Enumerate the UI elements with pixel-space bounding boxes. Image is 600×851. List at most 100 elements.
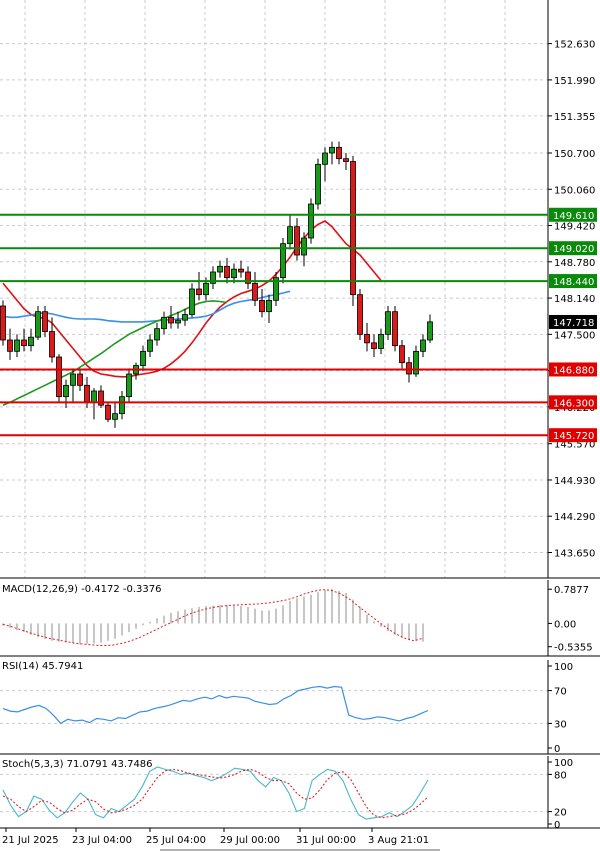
price-tick-label: 150.060 bbox=[554, 185, 595, 196]
candle-body bbox=[189, 288, 195, 315]
candle-body bbox=[0, 305, 6, 341]
candle-body bbox=[126, 373, 132, 398]
candle-body bbox=[217, 265, 223, 273]
candle-body bbox=[322, 152, 328, 165]
candle-body bbox=[42, 311, 48, 332]
candle-body bbox=[196, 288, 202, 296]
candle-body bbox=[371, 342, 377, 349]
candle-body bbox=[427, 321, 433, 341]
price-tick-label: 148.140 bbox=[554, 294, 595, 305]
candle-body bbox=[287, 226, 293, 245]
candle-body bbox=[224, 265, 230, 279]
candle-body bbox=[161, 316, 167, 330]
stoch-tick-label: 20 bbox=[554, 808, 567, 819]
candle-body bbox=[147, 339, 153, 352]
candle-body bbox=[49, 331, 55, 358]
candle-body bbox=[259, 299, 265, 313]
candle-body bbox=[385, 311, 391, 335]
candle-body bbox=[294, 226, 300, 256]
candle-body bbox=[266, 299, 272, 313]
price-tick-label: 143.650 bbox=[554, 549, 595, 560]
candle-body bbox=[392, 311, 398, 347]
candle-body bbox=[140, 350, 146, 366]
rsi-title: RSI(14) 45.7941 bbox=[2, 661, 83, 672]
candle-body bbox=[252, 282, 258, 301]
candle-body bbox=[35, 311, 41, 338]
candle-body bbox=[308, 203, 314, 239]
macd-tick-label: 0.7877 bbox=[554, 585, 589, 596]
candle-body bbox=[364, 333, 370, 344]
candle-body bbox=[77, 373, 83, 386]
price-level-label: 149.020 bbox=[553, 244, 594, 255]
price-level-label: 148.440 bbox=[553, 277, 594, 288]
candle-body bbox=[182, 314, 188, 321]
macd-tick-label: -0.5355 bbox=[554, 643, 593, 654]
candle-body bbox=[231, 268, 237, 279]
candle-body bbox=[413, 350, 419, 375]
candle-body bbox=[91, 390, 97, 403]
candle-body bbox=[56, 356, 62, 398]
candle-body bbox=[7, 339, 13, 352]
candle-body bbox=[14, 339, 20, 352]
price-level-label: 149.610 bbox=[553, 211, 594, 222]
price-tick-label: 148.780 bbox=[554, 258, 595, 269]
rsi-panel: 100 70 30 0 bbox=[0, 660, 600, 755]
candle-body bbox=[350, 161, 356, 296]
rsi-tick-label: 0 bbox=[554, 744, 560, 755]
candle-body bbox=[406, 362, 412, 375]
candle-body bbox=[175, 319, 181, 324]
price-tick-label: 144.930 bbox=[554, 476, 595, 487]
candle-body bbox=[28, 336, 34, 347]
trading-chart: 152.630 151.990 151.355 150.700 150.060 149.4… bbox=[0, 0, 600, 851]
rsi-line bbox=[2, 685, 429, 725]
price-tick-label: 149.420 bbox=[554, 222, 595, 233]
candle-body bbox=[112, 413, 118, 420]
stoch-tick-label: 0 bbox=[554, 820, 560, 831]
candle-body bbox=[119, 396, 125, 415]
candle-body bbox=[399, 345, 405, 364]
rsi-tick-label: 70 bbox=[554, 687, 567, 698]
candle-body bbox=[378, 333, 384, 349]
price-tick-label: 144.290 bbox=[554, 512, 595, 523]
candle-body bbox=[329, 146, 335, 154]
candle-body bbox=[420, 339, 426, 352]
stoch-title: Stoch(5,3,3) 71.0791 43.7486 bbox=[2, 759, 153, 770]
candle-body bbox=[70, 373, 76, 386]
stoch-tick-label: 80 bbox=[554, 770, 567, 781]
price-tick-label: 151.990 bbox=[554, 76, 595, 87]
candle-body bbox=[357, 294, 363, 335]
price-tick-label: 151.355 bbox=[554, 112, 595, 123]
candle-body bbox=[203, 282, 209, 296]
candle-body bbox=[315, 163, 321, 205]
candle-body bbox=[63, 384, 69, 398]
price-panel: 152.630 151.990 151.355 150.700 150.060 149.4… bbox=[0, 0, 600, 579]
candle-body bbox=[343, 158, 349, 162]
rsi-tick-label: 30 bbox=[554, 719, 567, 730]
candle-body bbox=[21, 339, 27, 347]
price-level-label: 146.880 bbox=[553, 365, 594, 376]
candle-body bbox=[336, 146, 342, 160]
time-axis: 21 Jul 2025 23 Jul 04:00 25 Jul 04:00 29 Ju… bbox=[2, 828, 440, 851]
time-tick-label: 25 Jul 04:00 bbox=[146, 835, 206, 846]
time-tick-label: 31 Jul 00:00 bbox=[296, 835, 356, 846]
price-tick-label: 152.630 bbox=[554, 40, 595, 51]
time-tick-label: 21 Jul 2025 bbox=[2, 835, 59, 846]
rsi-tick-label: 100 bbox=[554, 662, 573, 673]
time-tick-label: 29 Jul 00:00 bbox=[220, 835, 280, 846]
stoch-tick-label: 100 bbox=[554, 758, 573, 769]
price-tick-label: 150.700 bbox=[554, 149, 595, 160]
price-level-label: 145.720 bbox=[553, 431, 594, 442]
time-tick-label: 23 Jul 04:00 bbox=[72, 835, 132, 846]
candle-body bbox=[238, 268, 244, 273]
candle-body bbox=[84, 384, 90, 403]
candle-body bbox=[105, 404, 111, 420]
current-price-label: 147.718 bbox=[553, 318, 594, 329]
candle-body bbox=[154, 328, 160, 341]
macd-title: MACD(12,26,9) -0.4172 -0.3376 bbox=[2, 584, 162, 595]
time-tick-label: 3 Aug 21:01 bbox=[368, 835, 429, 846]
candle-body bbox=[301, 237, 307, 256]
price-tick-label: 147.500 bbox=[554, 330, 595, 341]
macd-tick-label: 0.00 bbox=[554, 619, 576, 630]
price-level-label: 146.300 bbox=[553, 398, 594, 409]
candle-body bbox=[168, 316, 174, 324]
